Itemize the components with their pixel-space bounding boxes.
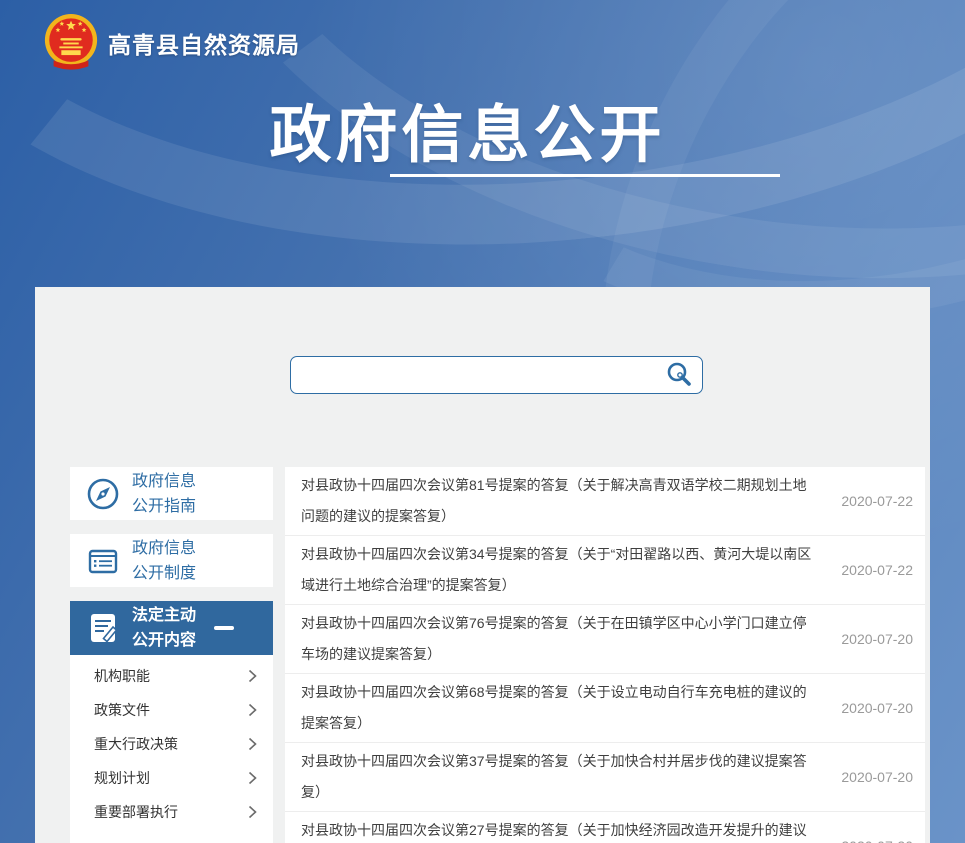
sidebar: 政府信息 公开指南: [70, 467, 273, 843]
sidebar-item-label: 政府信息 公开指南: [132, 469, 196, 519]
submenu-item-plans[interactable]: 规划计划: [70, 761, 273, 795]
sidebar-item-label: 法定主动 公开内容: [132, 603, 196, 653]
submenu-item-major-decisions[interactable]: 重大行政决策: [70, 727, 273, 761]
news-row[interactable]: 对县政协十四届四次会议第37号提案的答复（关于加快合村并居步伐的建议提案答复） …: [285, 743, 925, 812]
document-icon: [84, 542, 122, 580]
chevron-right-icon: [248, 703, 257, 717]
news-date: 2020-07-22: [841, 493, 913, 509]
sidebar-item-label: 政府信息 公开制度: [132, 536, 196, 586]
brand: 高青县自然资源局: [42, 12, 300, 74]
submenu-item-deployment[interactable]: 重要部署执行: [70, 795, 273, 829]
submenu-item-organization[interactable]: 机构职能: [70, 659, 273, 693]
sidebar-item-statutory-disclosure[interactable]: 法定主动 公开内容: [70, 601, 273, 655]
news-row[interactable]: 对县政协十四届四次会议第34号提案的答复（关于“对田翟路以西、黄河大堤以南区域进…: [285, 536, 925, 605]
search-input[interactable]: [291, 357, 656, 393]
submenu-label: 重大行政决策: [94, 734, 178, 754]
news-list: 对县政协十四届四次会议第81号提案的答复（关于解决高青双语学校二期规划土地问题的…: [285, 467, 925, 843]
news-date: 2020-07-20: [841, 631, 913, 647]
page-header: 高青县自然资源局 政府信息公开: [0, 0, 965, 287]
chevron-right-icon: [248, 771, 257, 785]
site-name: 高青县自然资源局: [108, 26, 300, 60]
news-row[interactable]: 对县政协十四届四次会议第68号提案的答复（关于设立电动自行车充电桩的建议的提案答…: [285, 674, 925, 743]
clipboard-pen-icon: [84, 609, 122, 647]
content-panel: 政府信息 公开指南: [35, 287, 930, 843]
title-underline: [390, 174, 780, 177]
chevron-right-icon: [248, 669, 257, 683]
news-date: 2020-07-22: [841, 562, 913, 578]
label-line1: 法定主动: [132, 607, 196, 624]
sidebar-submenu: 机构职能 政策文件 重大行政决策 规划计划: [70, 655, 273, 843]
chevron-right-icon: [248, 737, 257, 751]
label-line2: 公开制度: [132, 565, 196, 582]
news-title-link[interactable]: 对县政协十四届四次会议第37号提案的答复（关于加快合村并居步伐的建议提案答复）: [301, 746, 841, 808]
sidebar-item-rules[interactable]: 政府信息 公开制度: [70, 534, 273, 587]
submenu-label: 机构职能: [94, 666, 150, 686]
submenu-label: 规划计划: [94, 768, 150, 788]
label-line1: 政府信息: [132, 473, 196, 490]
page-title: 政府信息公开: [0, 84, 935, 174]
news-title-link[interactable]: 对县政协十四届四次会议第81号提案的答复（关于解决高青双语学校二期规划土地问题的…: [301, 470, 841, 532]
news-row[interactable]: 对县政协十四届四次会议第81号提案的答复（关于解决高青双语学校二期规划土地问题的…: [285, 467, 925, 536]
news-date: 2020-07-20: [841, 769, 913, 785]
collapse-minus-icon[interactable]: [214, 626, 234, 630]
news-title-link[interactable]: 对县政协十四届四次会议第68号提案的答复（关于设立电动自行车充电桩的建议的提案答…: [301, 677, 841, 739]
news-date: 2020-07-20: [841, 838, 913, 843]
national-emblem-icon: [42, 12, 100, 74]
search-icon: [664, 360, 694, 390]
submenu-label: 政策文件: [94, 700, 150, 720]
news-date: 2020-07-20: [841, 700, 913, 716]
search-button[interactable]: [656, 357, 702, 393]
page: 高青县自然资源局 政府信息公开: [0, 0, 965, 843]
chevron-right-icon: [248, 805, 257, 819]
search-box: [290, 356, 703, 394]
submenu-item-policy-documents[interactable]: 政策文件: [70, 693, 273, 727]
news-row[interactable]: 对县政协十四届四次会议第27号提案的答复（关于加快经济园改造开发提升的建议提案答…: [285, 812, 925, 843]
news-row[interactable]: 对县政协十四届四次会议第76号提案的答复（关于在田镇学区中心小学门口建立停车场的…: [285, 605, 925, 674]
news-title-link[interactable]: 对县政协十四届四次会议第27号提案的答复（关于加快经济园改造开发提升的建议提案答…: [301, 815, 841, 843]
label-line2: 公开内容: [132, 632, 196, 649]
label-line1: 政府信息: [132, 540, 196, 557]
label-line2: 公开指南: [132, 498, 196, 515]
news-title-link[interactable]: 对县政协十四届四次会议第76号提案的答复（关于在田镇学区中心小学门口建立停车场的…: [301, 608, 841, 670]
compass-icon: [84, 475, 122, 513]
submenu-label: 重要部署执行: [94, 802, 178, 822]
main-area: 政府信息 公开指南: [70, 467, 925, 843]
news-title-link[interactable]: 对县政协十四届四次会议第34号提案的答复（关于“对田翟路以西、黄河大堤以南区域进…: [301, 539, 841, 601]
sidebar-item-guide[interactable]: 政府信息 公开指南: [70, 467, 273, 520]
